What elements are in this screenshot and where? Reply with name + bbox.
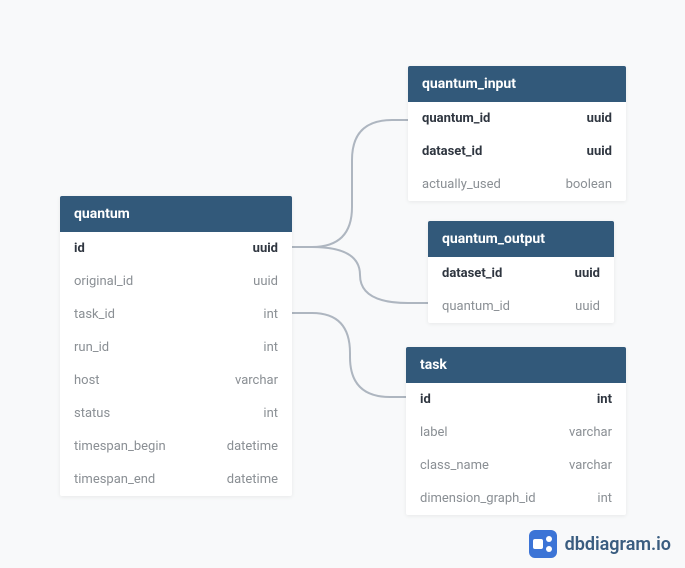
entity-header: quantum_input [408,66,626,102]
attr-row: id int [406,383,626,416]
watermark: dbdiagram.io [529,530,671,558]
entity-header: quantum [60,196,292,232]
attr-row: class_name varchar [406,449,626,482]
attr-type: uuid [253,274,278,289]
watermark-text: dbdiagram.io [565,534,671,555]
attr-name: id [420,392,431,407]
attr-row: actually_used boolean [408,168,626,201]
attr-row: status int [60,397,292,430]
attr-name: dataset_id [422,144,482,159]
attr-type: varchar [569,425,612,440]
attr-type: uuid [253,241,278,256]
attr-row: quantum_id uuid [408,102,626,135]
attr-name: class_name [420,458,489,473]
attr-type: int [263,307,278,322]
attr-name: timespan_begin [74,439,166,454]
attr-type: uuid [575,266,600,281]
attr-name: host [74,373,100,388]
attr-name: id [74,241,85,256]
attr-name: dimension_graph_id [420,491,536,506]
attr-name: dataset_id [442,266,502,281]
attr-type: uuid [587,144,612,159]
attr-name: original_id [74,274,133,289]
entity-quantum-output[interactable]: quantum_output dataset_id uuid quantum_i… [428,221,614,323]
attr-name: label [420,425,448,440]
attr-row: dataset_id uuid [408,135,626,168]
attr-name: actually_used [422,177,501,192]
rel-quantum-taskid-to-task-id [292,313,406,397]
attr-name: status [74,406,110,421]
attr-row: timespan_begin datetime [60,430,292,463]
rel-quantum-id-to-quantum-input [292,120,408,247]
diagram-canvas[interactable]: quantum id uuid original_id uuid task_id… [0,0,685,568]
attr-type: int [597,392,612,407]
attr-row: original_id uuid [60,265,292,298]
rel-quantum-id-to-quantum-output [292,247,428,303]
attr-type: datetime [227,439,278,454]
attr-row: run_id int [60,331,292,364]
attr-type: datetime [227,472,278,487]
attr-type: uuid [575,299,600,314]
attr-type: varchar [235,373,278,388]
attr-name: run_id [74,340,109,355]
attr-name: quantum_id [442,299,510,314]
attr-row: host varchar [60,364,292,397]
attr-row: label varchar [406,416,626,449]
attr-row: id uuid [60,232,292,265]
attr-type: int [263,340,278,355]
entity-header: quantum_output [428,221,614,257]
attr-type: boolean [566,177,612,192]
dbdiagram-logo-icon [529,530,557,558]
entity-header: task [406,347,626,383]
attr-type: int [597,491,612,506]
attr-type: uuid [587,111,612,126]
entity-task[interactable]: task id int label varchar class_name var… [406,347,626,515]
attr-row: dimension_graph_id int [406,482,626,515]
attr-row: quantum_id uuid [428,290,614,323]
attr-name: task_id [74,307,115,322]
attr-row: task_id int [60,298,292,331]
attr-row: timespan_end datetime [60,463,292,496]
entity-quantum-input[interactable]: quantum_input quantum_id uuid dataset_id… [408,66,626,201]
entity-quantum[interactable]: quantum id uuid original_id uuid task_id… [60,196,292,496]
attr-type: int [263,406,278,421]
attr-type: varchar [569,458,612,473]
attr-name: quantum_id [422,111,490,126]
attr-row: dataset_id uuid [428,257,614,290]
attr-name: timespan_end [74,472,155,487]
